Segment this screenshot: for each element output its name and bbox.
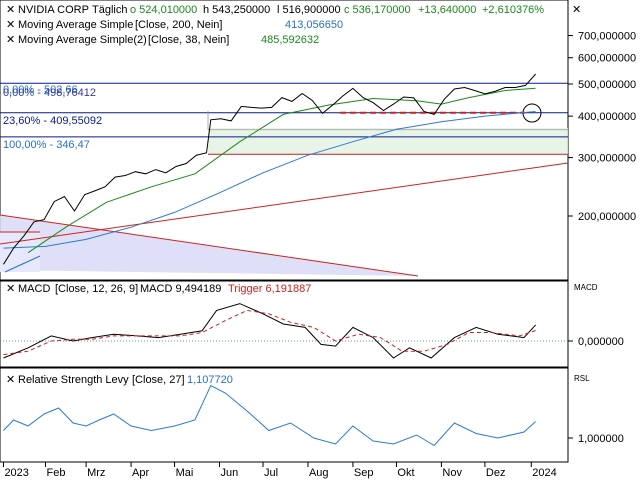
close-label: c 536,170000	[344, 4, 411, 16]
sma1-close-icon[interactable]: ✕	[6, 19, 15, 31]
time-tick-label: 2024	[532, 467, 556, 479]
time-tick-label: Sep	[354, 467, 374, 479]
fib-label-100: 100,00% - 346,47	[3, 139, 90, 151]
sma2-close-icon[interactable]: ✕	[6, 34, 15, 46]
time-tick-label: Jul	[264, 467, 278, 479]
sma2-label: Moving Average Simple(2)	[18, 34, 147, 46]
time-tick-label: Nov	[442, 467, 462, 479]
price-tick-label: 200,000000	[578, 211, 636, 223]
sma1-label: Moving Average Simple	[18, 19, 133, 31]
rsl-axis-title: RSL	[574, 374, 590, 383]
time-tick-label: Feb	[47, 467, 66, 479]
time-tick-label: Mrz	[87, 467, 105, 479]
macd-params: [Close, 12, 26, 9]	[55, 283, 138, 295]
symbol-label: NVIDIA CORP	[18, 4, 89, 16]
sma2-value: 485,592632	[261, 34, 319, 46]
macd-axis-title: MACD	[574, 283, 598, 292]
price-tick-label: 300,000000	[578, 153, 636, 165]
low-label: l 516,900000	[277, 4, 341, 16]
close-icon[interactable]: ✕	[572, 4, 581, 16]
trigger-value: Trigger 6,191887	[228, 283, 311, 295]
price-tick-label: 700,000000	[578, 31, 636, 43]
price-tick-label: 400,000000	[578, 111, 636, 123]
open-label: o 524,010000	[130, 4, 197, 16]
macd-close-icon[interactable]: ✕	[6, 283, 15, 295]
sma2-params: [Close, 38, Nein]	[148, 34, 229, 46]
rsl-params: [Close, 27]	[132, 374, 185, 386]
header-close-icon[interactable]: ✕	[6, 4, 15, 16]
sma1-value: 413,056650	[285, 19, 343, 31]
rsl-value: 1,107720	[187, 374, 233, 386]
triangle-fill-left	[0, 232, 40, 272]
time-tick-label: Aug	[309, 467, 329, 479]
chart-window: 700,000000 600,000000 500,000000 400,000000…	[0, 0, 640, 480]
macd-value: MACD 9,494189	[140, 283, 221, 295]
time-tick-label: Mai	[176, 467, 194, 479]
sma1-params: [Close, 200, Nein]	[135, 19, 222, 31]
fib-label-236: 23,60% - 409,55092	[3, 115, 102, 127]
time-tick-label: Okt	[397, 467, 414, 479]
fib-label-0b: 0,00% - 498,76412	[3, 87, 96, 99]
rsl-close-icon[interactable]: ✕	[6, 374, 15, 386]
price-tick-label: 600,000000	[578, 53, 636, 65]
change-pct-label: +2,610376%	[482, 4, 544, 16]
price-axis: 700,000000 600,000000 500,000000 400,000000…	[568, 31, 636, 223]
rsl-label: Relative Strength Levy	[18, 374, 129, 386]
time-tick-label: Dez	[486, 467, 506, 479]
rsl-axis-one: 1,000000	[578, 433, 624, 445]
change-label: +13,640000	[418, 4, 476, 16]
high-label: h 543,250000	[203, 4, 270, 16]
time-axis: 2023 Feb Mrz Apr Mai Jun Jul Aug Sep Okt Nov Dez 202…	[2, 462, 557, 479]
chart-canvas[interactable]: 700,000000 600,000000 500,000000 400,000000…	[0, 0, 640, 480]
time-tick-label: Apr	[132, 467, 149, 479]
price-tick-label: 500,000000	[578, 79, 636, 91]
period-label: Täglich	[92, 4, 127, 16]
time-tick-label: Jun	[221, 467, 239, 479]
macd-axis-zero: 0,000000	[578, 336, 624, 348]
macd-label: MACD	[18, 283, 50, 295]
time-tick-label: 2023	[4, 467, 28, 479]
